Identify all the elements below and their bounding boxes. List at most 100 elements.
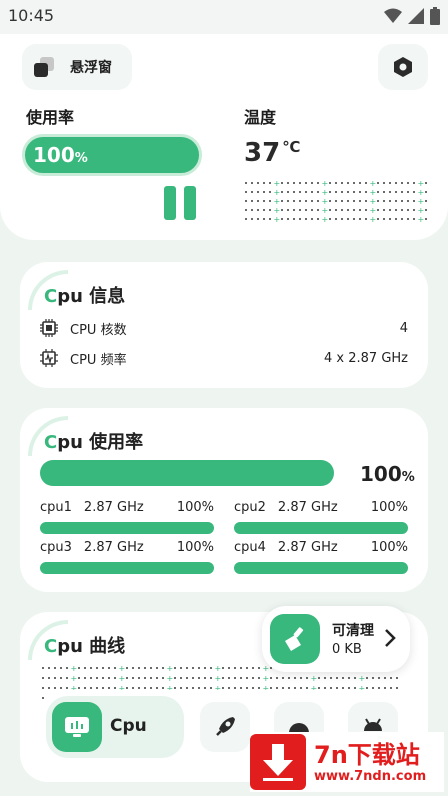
svg-text:+: + xyxy=(418,197,425,206)
core-frequency: 2.87 GHz xyxy=(277,500,338,515)
svg-text:+: + xyxy=(322,215,329,224)
float-window-label: 悬浮窗 xyxy=(70,60,112,76)
svg-text:+: + xyxy=(418,206,425,215)
core-percent: 100% xyxy=(370,500,408,515)
svg-text:+: + xyxy=(274,180,281,188)
top-summary-card: 悬浮窗 使用率 温度 100% 37 ℃ + + + + + + + + + + + + + + + + + + + + xyxy=(0,34,448,240)
cpu-cores-row: CPU 核数 4 xyxy=(40,317,408,339)
svg-text:+: + xyxy=(274,215,281,224)
status-icons xyxy=(384,7,440,25)
svg-text:+: + xyxy=(322,197,329,206)
svg-text:+: + xyxy=(370,206,377,215)
core-frequency: 2.87 GHz xyxy=(83,500,144,515)
svg-text:+: + xyxy=(274,197,281,206)
core-name: cpu3 xyxy=(40,540,72,555)
core-frequency: 2.87 GHz xyxy=(277,540,338,555)
svg-text:+: + xyxy=(370,197,377,206)
wifi-icon xyxy=(384,8,402,23)
cpu-total-usage: 100% xyxy=(360,462,415,486)
nav-item-rocket[interactable] xyxy=(200,702,250,752)
svg-text:+: + xyxy=(71,664,78,673)
float-window-button[interactable]: 悬浮窗 xyxy=(22,44,132,90)
svg-text:+: + xyxy=(322,180,329,188)
core-name: cpu2 xyxy=(234,500,266,515)
core-usage-bar xyxy=(40,562,214,574)
status-time: 10:45 xyxy=(8,6,55,25)
cpu-frequency-label: CPU 频率 xyxy=(70,352,127,368)
cpu-usage-card: Cpu 使用率 100% cpu1 2.87 GHz 100% cpu2 2.87 G… xyxy=(20,408,428,592)
settings-icon xyxy=(394,57,412,77)
core-usage-bar xyxy=(234,522,408,534)
cpu-total-usage-bar xyxy=(40,460,334,486)
broom-icon xyxy=(270,614,320,664)
core-usage-item: cpu2 2.87 GHz 100% xyxy=(234,500,408,534)
svg-text:+: + xyxy=(322,206,329,215)
settings-button[interactable] xyxy=(378,44,428,90)
temperature-unit: ℃ xyxy=(282,138,301,156)
download-arrow-icon xyxy=(250,734,306,790)
cpu-cores-value: 4 xyxy=(399,320,408,336)
nav-item-cpu[interactable]: Cpu xyxy=(46,696,184,758)
chip-icon xyxy=(40,319,58,337)
watermark-url: www.7ndn.com xyxy=(314,768,427,784)
cpu-curve-title: Cpu 曲线 xyxy=(44,636,126,657)
temperature-display: 37 ℃ xyxy=(244,138,300,168)
usage-title: 使用率 xyxy=(26,108,75,127)
svg-text:+: + xyxy=(263,674,270,683)
status-bar: 10:45 xyxy=(0,0,448,34)
svg-text:+: + xyxy=(274,206,281,215)
svg-text:+: + xyxy=(119,664,126,673)
svg-text:+: + xyxy=(370,215,377,224)
cleaner-size: 0 KB xyxy=(332,642,362,657)
temperature-value: 37 xyxy=(244,138,281,168)
svg-text:+: + xyxy=(322,188,329,197)
svg-text:+: + xyxy=(215,674,222,683)
usage-value: 100 xyxy=(33,143,75,167)
frequency-icon xyxy=(40,349,58,367)
cpu-cores-label: CPU 核数 xyxy=(70,322,127,338)
cpu-frequency-row: CPU 频率 4 x 2.87 GHz xyxy=(40,347,408,369)
svg-text:+: + xyxy=(119,674,126,683)
svg-text:+: + xyxy=(215,664,222,673)
temperature-title: 温度 xyxy=(244,108,277,127)
svg-text:+: + xyxy=(418,188,425,197)
chevron-right-icon xyxy=(385,629,396,647)
signal-icon xyxy=(408,8,424,24)
usage-progress-pill: 100% xyxy=(22,134,202,176)
cleaner-title: 可清理 xyxy=(332,623,374,639)
cpu-info-title: Cpu 信息 xyxy=(44,286,126,307)
svg-text:+: + xyxy=(263,664,270,673)
svg-text:+: + xyxy=(274,188,281,197)
core-usage-bar xyxy=(234,562,408,574)
core-usage-item: cpu1 2.87 GHz 100% xyxy=(40,500,214,534)
svg-text:+: + xyxy=(370,188,377,197)
float-window-icon xyxy=(34,57,54,77)
temperature-dot-grid: + + + ++ + + ++ + + ++ + + ++ + + + xyxy=(245,180,427,224)
cleaner-card[interactable]: 可清理 0 KB xyxy=(262,606,410,672)
core-usage-item: cpu4 2.87 GHz 100% xyxy=(234,540,408,574)
core-percent: 100% xyxy=(370,540,408,555)
pause-icon[interactable] xyxy=(164,186,196,220)
svg-text:+: + xyxy=(418,180,425,188)
core-name: cpu1 xyxy=(40,500,72,515)
watermark-brand: 7n下载站 xyxy=(314,740,420,769)
svg-text:+: + xyxy=(370,180,377,188)
svg-text:+: + xyxy=(311,674,318,683)
watermark-logo: 7n下载站 www.7ndn.com xyxy=(250,732,444,792)
rocket-icon xyxy=(216,717,235,736)
battery-icon xyxy=(430,7,440,25)
svg-text:+: + xyxy=(418,215,425,224)
nav-cpu-label: Cpu xyxy=(110,716,147,736)
core-usage-bar xyxy=(40,522,214,534)
core-usage-item: cpu3 2.87 GHz 100% xyxy=(40,540,214,574)
svg-text:+: + xyxy=(71,674,78,683)
cpu-frequency-value: 4 x 2.87 GHz xyxy=(324,350,408,366)
core-percent: 100% xyxy=(176,540,214,555)
svg-text:+: + xyxy=(359,674,366,683)
cpu-usage-title: Cpu 使用率 xyxy=(44,432,144,453)
core-percent: 100% xyxy=(176,500,214,515)
cpu-monitor-icon xyxy=(52,702,102,752)
core-name: cpu4 xyxy=(234,540,266,555)
svg-text:+: + xyxy=(167,664,174,673)
svg-text:+: + xyxy=(167,674,174,683)
